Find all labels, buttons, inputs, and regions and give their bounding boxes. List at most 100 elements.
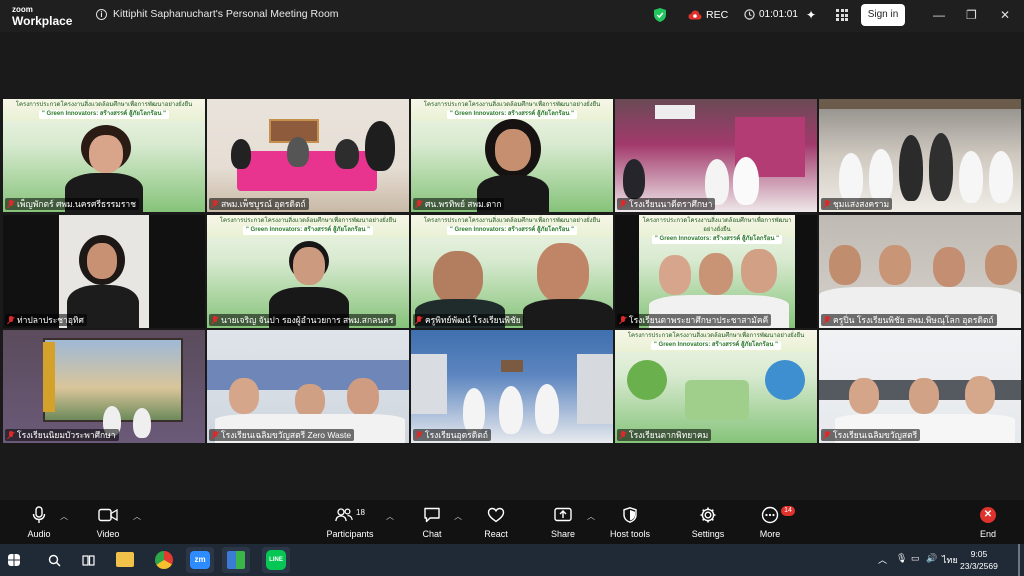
microphone-icon xyxy=(32,506,46,523)
participant-name-tag: โรงเรียนอุตรดิตถ์ xyxy=(413,429,491,441)
participant-name-tag: นายเจริญ จันปา รองผู้อำนวยการ สพม.สกลนคร xyxy=(209,314,397,326)
recording-indicator[interactable]: REC xyxy=(688,9,728,21)
chat-label: Chat xyxy=(422,529,442,539)
participant-name-tag: ศน.พรทิพย์ สพม.ตาก xyxy=(413,198,505,210)
participant-name-tag: เพ็ญพักตร์ ศพม.นครศรีธรรมราช xyxy=(5,198,139,210)
participants-options-caret-icon[interactable]: ︿ xyxy=(386,511,394,522)
system-clock[interactable]: 9:05 23/3/2569 xyxy=(960,548,998,572)
settings-button[interactable]: Settings xyxy=(678,506,738,539)
project-banner: โครงการประกวดโครงงานสิ่งแวดล้อมศึกษาเพื่… xyxy=(411,215,613,237)
video-tile[interactable]: โรงเรียนนาดีตราศึกษา xyxy=(615,99,817,212)
mic-tray-icon[interactable]: 🎙 xyxy=(896,553,907,564)
cloud-record-icon xyxy=(688,10,702,20)
mic-muted-icon xyxy=(7,430,15,440)
react-button[interactable]: React xyxy=(466,506,526,539)
mic-muted-icon xyxy=(823,315,831,325)
more-notification-badge: 14 xyxy=(781,506,795,516)
mic-muted-icon xyxy=(7,199,15,209)
mic-muted-icon xyxy=(211,199,219,209)
video-tile[interactable]: ท่าปลาประชาอุทิศ xyxy=(3,215,205,328)
sign-in-button[interactable]: Sign in xyxy=(861,4,905,26)
volume-icon[interactable]: 🔊 xyxy=(926,553,937,564)
video-tile[interactable]: โรงเรียนเฉลิมขวัญสตรี Zero Waste xyxy=(207,330,409,443)
clock-icon xyxy=(744,9,755,20)
video-button[interactable]: Video xyxy=(78,506,138,539)
rec-label: REC xyxy=(706,9,729,21)
video-tile[interactable]: โครงการประกวดโครงงานสิ่งแวดล้อมศึกษาเพื่… xyxy=(615,215,817,328)
video-tile[interactable]: ครูปิ่น โรงเรียนพิชัย สพม.พิษณุโลก อุตรด… xyxy=(819,215,1021,328)
meeting-info[interactable]: i Kittiphit Saphanuchart's Personal Meet… xyxy=(96,8,339,20)
chat-options-caret-icon[interactable]: ︿ xyxy=(454,511,462,522)
file-explorer-icon[interactable] xyxy=(116,552,134,567)
video-tile[interactable]: โรงเรียนเฉลิมขวัญสตรี xyxy=(819,330,1021,443)
host-tools-label: Host tools xyxy=(609,529,651,539)
react-label: React xyxy=(484,529,508,539)
windows-start-icon[interactable] xyxy=(8,554,20,566)
video-tile[interactable]: โครงการประกวดโครงงานสิ่งแวดล้อมศึกษาเพื่… xyxy=(3,99,205,212)
restore-icon[interactable]: ❐ xyxy=(966,8,977,22)
task-view-icon[interactable] xyxy=(82,554,95,567)
participant-name-tag: โรงเรียนตากพิทยาคม xyxy=(617,429,712,441)
chat-button[interactable]: Chat xyxy=(402,506,462,539)
end-label: End xyxy=(979,529,996,539)
clock-time: 9:05 xyxy=(970,549,988,559)
zoom-taskbar-slot[interactable]: zm xyxy=(186,547,214,573)
show-desktop-button[interactable] xyxy=(1018,544,1020,576)
participants-button[interactable]: 18 Participants xyxy=(320,506,380,540)
participant-name-tag: สพม.เพ็ชบูรณ์ อุตรดิตถ์ xyxy=(209,198,309,210)
video-tile[interactable]: ชุมแสงสงคราม xyxy=(819,99,1021,212)
video-tile[interactable]: โรงเรียนนิยมบัวระพาศึกษา xyxy=(3,330,205,443)
search-icon[interactable] xyxy=(48,554,61,567)
chat-bubble-icon xyxy=(424,507,440,523)
video-tile[interactable]: โครงการประกวดโครงงานสิ่งแวดล้อมศึกษาเพื่… xyxy=(411,99,613,212)
video-tile[interactable]: โรงเรียนอุตรดิตถ์ xyxy=(411,330,613,443)
mic-muted-icon xyxy=(211,315,219,325)
timer-value: 01:01:01 xyxy=(759,9,798,20)
gear-icon xyxy=(700,507,716,523)
info-icon[interactable]: i xyxy=(96,8,107,20)
mic-muted-icon xyxy=(823,199,831,209)
video-tile[interactable]: โครงการประกวดโครงงานสิ่งแวดล้อมศึกษาเพื่… xyxy=(411,215,613,328)
end-meeting-button[interactable]: ✕ End xyxy=(958,506,1018,539)
project-banner: โครงการประกวดโครงงานสิ่งแวดล้อมศึกษาเพื่… xyxy=(207,215,409,237)
video-options-caret-icon[interactable]: ︿ xyxy=(133,511,141,522)
windows-taskbar: zm LINE ︿ 🎙 ▭ 🔊 ไทย 9:05 23/3/2569 xyxy=(0,544,1024,576)
audio-options-caret-icon[interactable]: ︿ xyxy=(60,511,68,522)
line-taskbar-slot[interactable]: LINE xyxy=(262,547,290,573)
chrome-icon[interactable] xyxy=(155,551,173,569)
host-tools-button[interactable]: Host tools xyxy=(600,506,660,539)
store-taskbar-slot[interactable] xyxy=(222,547,250,573)
share-label: Share xyxy=(550,529,576,539)
participant-name-tag: โรงเรียนนิยมบัวระพาศึกษา xyxy=(5,429,119,441)
video-tile-active-speaker[interactable]: สพม.เพ็ชบูรณ์ อุตรดิตถ์ xyxy=(207,99,409,212)
participant-name-tag: ครูพิทย์พัฒน์ โรงเรียนพิชัย xyxy=(413,314,524,326)
participants-count: 18 xyxy=(356,507,365,517)
ai-companion-icon[interactable]: ✦ xyxy=(806,8,816,22)
minimize-icon[interactable]: — xyxy=(933,8,945,22)
close-icon[interactable]: ✕ xyxy=(1000,8,1010,22)
shield-icon xyxy=(623,507,637,523)
apps-grid-icon[interactable] xyxy=(836,9,848,21)
participant-name-tag: โรงเรียนเฉลิมขวัญสตรี xyxy=(821,429,921,441)
mic-muted-icon xyxy=(619,315,627,325)
participant-name-tag: โรงเรียนนาดีตราศึกษา xyxy=(617,198,716,210)
video-tile[interactable]: โครงการประกวดโครงงานสิ่งแวดล้อมศึกษาเพื่… xyxy=(207,215,409,328)
network-icon[interactable]: ▭ xyxy=(911,553,920,564)
mic-muted-icon xyxy=(415,199,423,209)
mic-muted-icon xyxy=(7,315,15,325)
audio-label: Audio xyxy=(27,529,51,539)
meeting-toolbar: Audio ︿ Video ︿ 18 Participants ︿ Chat ︿… xyxy=(0,500,1024,544)
tray-overflow-chevron-icon[interactable]: ︿ xyxy=(878,553,887,566)
share-screen-icon xyxy=(554,507,572,522)
participant-name-tag: ครูปิ่น โรงเรียนพิชัย สพม.พิษณุโลก อุตรด… xyxy=(821,314,997,326)
mic-muted-icon xyxy=(415,315,423,325)
video-tile[interactable]: โครงการประกวดโครงงานสิ่งแวดล้อมศึกษาเพื่… xyxy=(615,330,817,443)
share-options-caret-icon[interactable]: ︿ xyxy=(587,511,595,522)
end-x-icon: ✕ xyxy=(980,507,996,523)
meeting-title: Kittiphit Saphanuchart's Personal Meetin… xyxy=(113,8,339,20)
language-indicator[interactable]: ไทย xyxy=(942,553,958,567)
encryption-shield-icon[interactable] xyxy=(654,8,666,22)
share-button[interactable]: Share xyxy=(533,506,593,539)
participants-icon xyxy=(335,508,353,522)
project-banner: โครงการประกวดโครงงานสิ่งแวดล้อมศึกษาเพื่… xyxy=(639,215,795,244)
